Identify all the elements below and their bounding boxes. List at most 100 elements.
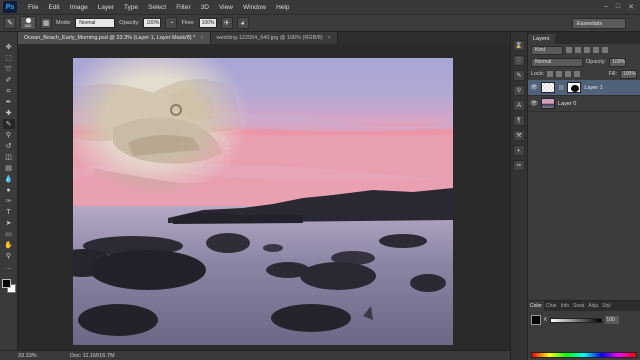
brush-tool-preset-icon[interactable]: ✎ bbox=[4, 17, 16, 29]
history-panel-icon[interactable]: ⌛ bbox=[513, 40, 525, 51]
eraser-tool-icon[interactable]: ◫ bbox=[3, 152, 15, 162]
blur-tool-icon[interactable]: 💧 bbox=[3, 174, 15, 184]
menu-3d[interactable]: 3D bbox=[196, 4, 214, 11]
adjustment-filter-icon[interactable] bbox=[575, 47, 581, 53]
tab-character[interactable]: Char bbox=[544, 303, 559, 309]
brush-presets-panel-icon[interactable]: ⚲ bbox=[513, 85, 525, 96]
menu-type[interactable]: Type bbox=[119, 4, 143, 11]
canvas-area bbox=[18, 44, 510, 350]
layer-opacity-field[interactable]: 100% bbox=[609, 57, 627, 67]
window-controls: – □ ✕ bbox=[604, 3, 640, 11]
brush-panel-icon[interactable]: ✎ bbox=[513, 70, 525, 81]
mask-link-icon[interactable]: ⛓ bbox=[558, 85, 564, 91]
layer-row-layer-1[interactable]: 👁 ⛓ Layer 1 bbox=[528, 80, 640, 96]
brush-size-picker[interactable]: 600 bbox=[20, 16, 36, 30]
crop-tool-icon[interactable]: ⌗ bbox=[3, 86, 15, 96]
document-tabs: Ocean_Beach_Early_Morning.psd @ 33.3% (L… bbox=[18, 32, 510, 44]
fill-field[interactable]: 100% bbox=[620, 69, 637, 79]
color-spectrum-ramp[interactable] bbox=[531, 352, 637, 358]
lock-transparent-icon[interactable] bbox=[547, 71, 554, 77]
paragraph-panel-icon[interactable]: ¶ bbox=[513, 115, 525, 126]
color-swatches[interactable] bbox=[1, 279, 16, 293]
lock-all-icon[interactable] bbox=[574, 71, 581, 77]
gradient-tool-icon[interactable]: ▤ bbox=[3, 163, 15, 173]
kind-filter-select[interactable]: Kind bbox=[531, 45, 563, 55]
brush-panel-toggle-icon[interactable]: ▦ bbox=[40, 17, 52, 29]
size-pressure-icon[interactable]: ◕ bbox=[236, 17, 249, 29]
close-tab-icon[interactable]: × bbox=[200, 35, 203, 41]
properties-panel-icon[interactable]: ⓘ bbox=[513, 55, 525, 66]
close-tab-icon[interactable]: × bbox=[328, 35, 331, 41]
mode-select[interactable]: Normal bbox=[75, 18, 116, 28]
opacity-field[interactable]: 100% bbox=[143, 18, 162, 28]
eyedropper-tool-icon[interactable]: ✒ bbox=[3, 97, 15, 107]
workspace-switcher[interactable]: Essentials bbox=[572, 18, 626, 29]
document-size[interactable]: Doc: 11.1M/16.7M bbox=[40, 353, 115, 359]
brush-tool-icon[interactable]: ✎ bbox=[2, 119, 15, 129]
tab-wedding[interactable]: wedding-122054_640.jpg @ 100% (RGB/8) × bbox=[210, 32, 338, 44]
pen-tool-icon[interactable]: ✑ bbox=[3, 196, 15, 206]
more-tools-icon[interactable]: … bbox=[3, 262, 15, 272]
dodge-tool-icon[interactable]: ● bbox=[3, 185, 15, 195]
lock-image-icon[interactable] bbox=[556, 71, 563, 77]
menu-window[interactable]: Window bbox=[238, 4, 271, 11]
close-icon[interactable]: ✕ bbox=[628, 3, 634, 11]
character-panel-icon[interactable]: A bbox=[513, 100, 525, 111]
marquee-tool-icon[interactable]: ⬚ bbox=[3, 53, 15, 63]
tab-adjustments[interactable]: Adju bbox=[586, 303, 600, 309]
layer-name[interactable]: Layer 0 bbox=[558, 101, 576, 107]
shape-filter-icon[interactable] bbox=[593, 47, 599, 53]
menu-select[interactable]: Select bbox=[143, 4, 171, 11]
menu-layer[interactable]: Layer bbox=[93, 4, 119, 11]
tab-swatches[interactable]: Swat bbox=[571, 303, 586, 309]
blend-mode-select[interactable]: Normal bbox=[531, 57, 583, 67]
blend-opacity-row: Normal Opacity: 100% bbox=[528, 56, 640, 68]
lock-position-icon[interactable] bbox=[565, 71, 572, 77]
layer-mask-thumbnail[interactable] bbox=[567, 82, 582, 93]
layer-name[interactable]: Layer 1 bbox=[584, 85, 602, 91]
type-tool-icon[interactable]: T bbox=[3, 207, 15, 217]
visibility-eye-icon[interactable]: 👁 bbox=[530, 100, 538, 108]
k-channel-value[interactable]: 100 bbox=[605, 316, 620, 324]
paths-panel-icon[interactable]: ✑ bbox=[513, 160, 525, 171]
clone-stamp-tool-icon[interactable]: ⚲ bbox=[3, 130, 15, 140]
tab-layers[interactable]: Layers bbox=[528, 34, 555, 44]
quick-select-tool-icon[interactable]: ✐ bbox=[3, 75, 15, 85]
tab-styles[interactable]: Styl bbox=[600, 303, 612, 309]
visibility-eye-icon[interactable]: 👁 bbox=[530, 84, 538, 92]
minimize-icon[interactable]: – bbox=[604, 3, 608, 11]
tab-info[interactable]: Info bbox=[559, 303, 571, 309]
airbrush-icon[interactable]: ✈ bbox=[220, 17, 233, 29]
maximize-icon[interactable]: □ bbox=[616, 3, 620, 11]
hand-tool-icon[interactable]: ✋ bbox=[3, 240, 15, 250]
tool-presets-panel-icon[interactable]: ⚒ bbox=[513, 130, 525, 141]
smart-object-filter-icon[interactable] bbox=[602, 47, 608, 53]
menu-file[interactable]: File bbox=[23, 4, 43, 11]
tab-color[interactable]: Color bbox=[528, 301, 544, 311]
tab-ocean-beach[interactable]: Ocean_Beach_Early_Morning.psd @ 33.3% (L… bbox=[18, 32, 211, 44]
history-brush-tool-icon[interactable]: ↺ bbox=[3, 141, 15, 151]
layer-row-layer-0[interactable]: 👁 Layer 0 bbox=[528, 96, 640, 112]
flow-field[interactable]: 100% bbox=[198, 18, 217, 28]
menu-image[interactable]: Image bbox=[65, 4, 93, 11]
zoom-tool-icon[interactable]: ⚲ bbox=[3, 251, 15, 261]
channels-panel-icon[interactable]: ◐ bbox=[513, 145, 525, 156]
pixel-filter-icon[interactable] bbox=[566, 47, 572, 53]
menu-edit[interactable]: Edit bbox=[43, 4, 64, 11]
color-panel: Color Char Info Swat Adju Styl K 100 bbox=[528, 300, 640, 360]
zoom-level[interactable]: 33.33% bbox=[0, 353, 40, 359]
path-select-tool-icon[interactable]: ➤ bbox=[3, 218, 15, 228]
shape-tool-icon[interactable]: ▭ bbox=[3, 229, 15, 239]
type-filter-icon[interactable] bbox=[584, 47, 590, 53]
menu-filter[interactable]: Filter bbox=[171, 4, 195, 11]
healing-brush-tool-icon[interactable]: ✚ bbox=[3, 108, 15, 118]
k-channel-slider[interactable] bbox=[550, 317, 603, 323]
foreground-color-swatch[interactable] bbox=[531, 315, 541, 325]
lasso-tool-icon[interactable]: ➰ bbox=[3, 64, 15, 74]
menu-help[interactable]: Help bbox=[271, 4, 294, 11]
move-tool-icon[interactable]: ✥ bbox=[3, 42, 15, 52]
document-canvas[interactable] bbox=[73, 58, 453, 345]
foreground-color-swatch[interactable] bbox=[1, 279, 11, 288]
opacity-pressure-icon[interactable]: ◔ bbox=[165, 17, 178, 29]
menu-view[interactable]: View bbox=[214, 4, 238, 11]
